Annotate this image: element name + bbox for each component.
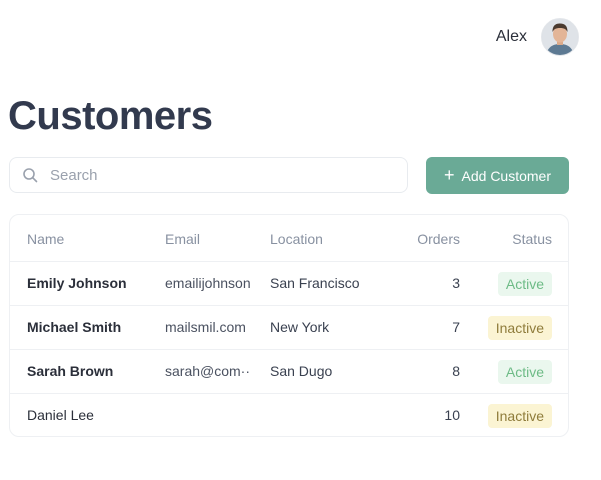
table-header-row: Name Email Location Orders Status	[10, 217, 568, 262]
customer-email: emailijohnson	[165, 275, 251, 291]
table-row[interactable]: Sarah Brown sarah@com·· San Dugo 8 Activ…	[10, 349, 568, 394]
column-header-orders[interactable]: Orders	[417, 217, 460, 261]
column-header-email[interactable]: Email	[165, 217, 260, 261]
customer-orders: 3	[452, 275, 460, 291]
avatar[interactable]	[541, 18, 579, 56]
username: Alex	[495, 28, 527, 45]
table-row[interactable]: Emily Johnson emailijohnson San Francisc…	[10, 261, 568, 306]
column-header-status[interactable]: Status	[512, 217, 552, 261]
add-customer-label: Add Customer	[461, 167, 551, 184]
search-icon	[23, 168, 38, 183]
table-row[interactable]: Michael Smith mailsmil.com New York 7 In…	[10, 305, 568, 350]
status-badge: Inactive	[487, 404, 552, 429]
status-cell: Active	[497, 349, 552, 393]
table-row[interactable]: Daniel Lee 10 Inactive	[10, 393, 568, 437]
customer-email: sarah@com··	[165, 363, 251, 379]
status-cell: Inactive	[487, 305, 552, 349]
customer-name: Daniel Lee	[27, 407, 94, 423]
status-badge: Active	[497, 272, 552, 297]
status-cell: Active	[497, 261, 552, 305]
search-input[interactable]	[48, 165, 372, 185]
page-title: Customers	[8, 94, 213, 138]
column-header-name[interactable]: Name	[27, 217, 64, 261]
customer-location: San Dugo	[270, 363, 333, 379]
customers-table: Name Email Location Orders Status Emily …	[9, 214, 569, 437]
customer-orders: 10	[444, 407, 460, 423]
column-header-location[interactable]: Location	[270, 217, 323, 261]
status-badge: Inactive	[487, 316, 552, 341]
customer-email: mailsmil.com	[165, 319, 246, 335]
customer-email	[165, 393, 260, 437]
customer-name: Emily Johnson	[27, 275, 127, 291]
add-customer-button[interactable]: + Add Customer	[426, 157, 569, 194]
status-cell: Inactive	[487, 393, 552, 437]
customer-name: Michael Smith	[27, 319, 122, 335]
customer-name: Sarah Brown	[27, 363, 114, 379]
customer-location: San Francisco	[270, 275, 360, 291]
customer-orders: 8	[452, 363, 460, 379]
plus-icon: +	[444, 164, 455, 185]
status-badge: Active	[497, 360, 552, 385]
avatar-portrait	[542, 19, 578, 55]
customer-location: New York	[270, 319, 330, 335]
search-box[interactable]	[9, 157, 408, 193]
user-menu[interactable]: Alex	[496, 18, 579, 56]
customer-orders: 7	[452, 319, 460, 335]
